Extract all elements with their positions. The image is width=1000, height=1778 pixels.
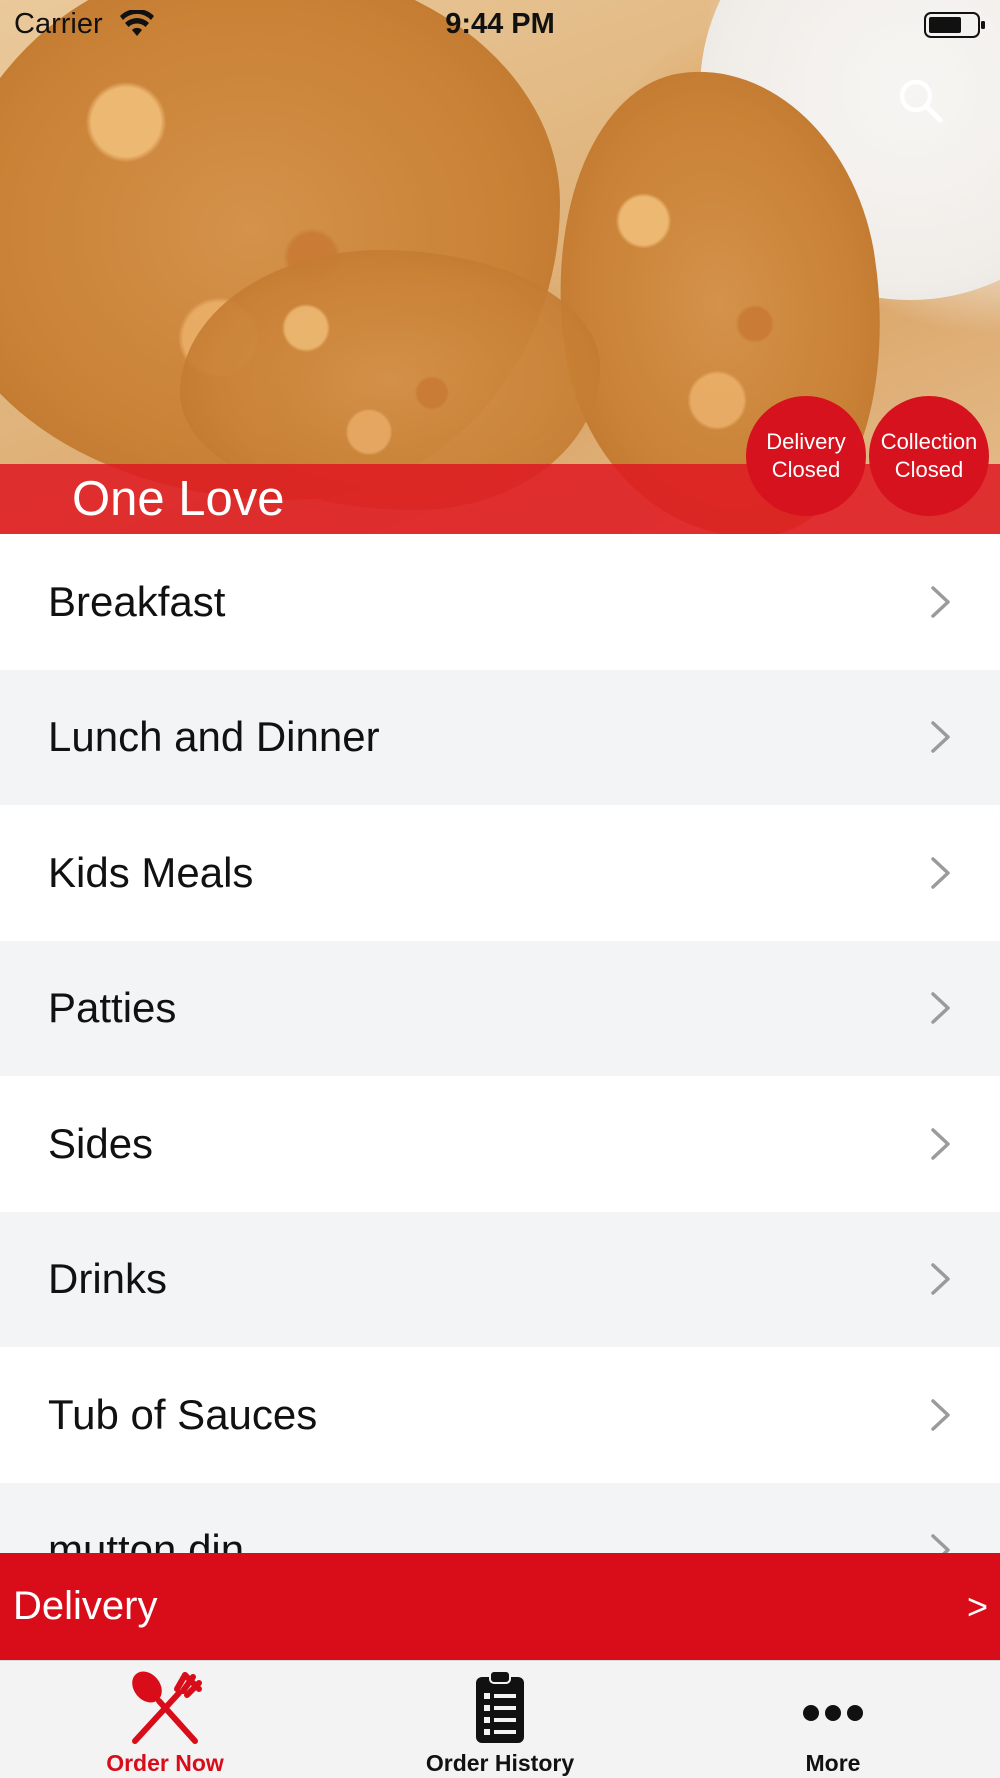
delivery-status-badge: Delivery Closed — [746, 396, 866, 516]
chevron-right-icon — [931, 1128, 950, 1160]
badge-line: Closed — [771, 457, 841, 482]
chevron-right-icon — [931, 857, 950, 889]
fork-knife-icon — [132, 1671, 202, 1744]
chevron-right-icon — [931, 1534, 950, 1553]
chevron-right-icon — [931, 586, 950, 618]
tab-order-now[interactable]: Order Now — [65, 1661, 265, 1778]
tab-bar: Order Now Order History More — [0, 1660, 1000, 1778]
menu-item-label: mutton din — [48, 1526, 245, 1553]
menu-item-tub-of-sauces[interactable]: Tub of Sauces — [0, 1347, 1000, 1483]
more-dots-icon — [803, 1705, 863, 1721]
menu-item-drinks[interactable]: Drinks — [0, 1211, 1000, 1347]
menu-item-label: Patties — [48, 984, 177, 1032]
collection-status-badge: Collection Closed — [869, 396, 989, 516]
menu-item-breakfast[interactable]: Breakfast — [0, 534, 1000, 670]
order-mode-arrow: > — [966, 1585, 988, 1627]
search-icon[interactable] — [896, 76, 944, 124]
chevron-right-icon — [931, 1399, 950, 1431]
restaurant-name: One Love — [72, 472, 285, 526]
tab-label: Order History — [425, 1750, 575, 1776]
tab-more[interactable]: More — [733, 1661, 933, 1778]
chevron-right-icon — [931, 721, 950, 753]
menu-item-lunch-and-dinner[interactable]: Lunch and Dinner — [0, 669, 1000, 805]
badge-line: Delivery — [766, 429, 846, 454]
menu-item-label: Lunch and Dinner — [48, 713, 380, 761]
order-mode-bar[interactable]: Delivery > — [0, 1553, 1000, 1660]
badge-line: Closed — [894, 457, 964, 482]
status-bar: Carrier 9:44 PM — [0, 0, 1000, 50]
clipboard-icon — [476, 1670, 524, 1743]
chevron-right-icon — [931, 1263, 950, 1295]
tab-order-history[interactable]: Order History — [400, 1661, 600, 1778]
order-mode-label: Delivery — [13, 1584, 158, 1628]
battery-icon — [924, 12, 985, 38]
menu-category-list[interactable]: Breakfast Lunch and Dinner Kids Meals Pa… — [0, 534, 1000, 1553]
menu-item-label: Breakfast — [48, 577, 226, 625]
menu-item-sides[interactable]: Sides — [0, 1076, 1000, 1212]
menu-item-label: Sides — [48, 1119, 154, 1167]
menu-item-label: Kids Meals — [48, 848, 254, 896]
chevron-right-icon — [931, 992, 950, 1024]
badge-line: Collection — [880, 429, 978, 454]
menu-item-mutton-din[interactable]: mutton din — [0, 1482, 1000, 1553]
tab-label: Order Now — [106, 1750, 224, 1776]
tab-label: More — [805, 1750, 861, 1776]
menu-item-label: Tub of Sauces — [48, 1390, 318, 1438]
menu-item-patties[interactable]: Patties — [0, 940, 1000, 1076]
clock: 9:44 PM — [445, 8, 555, 40]
menu-item-label: Drinks — [48, 1255, 168, 1303]
menu-item-kids-meals[interactable]: Kids Meals — [0, 805, 1000, 941]
